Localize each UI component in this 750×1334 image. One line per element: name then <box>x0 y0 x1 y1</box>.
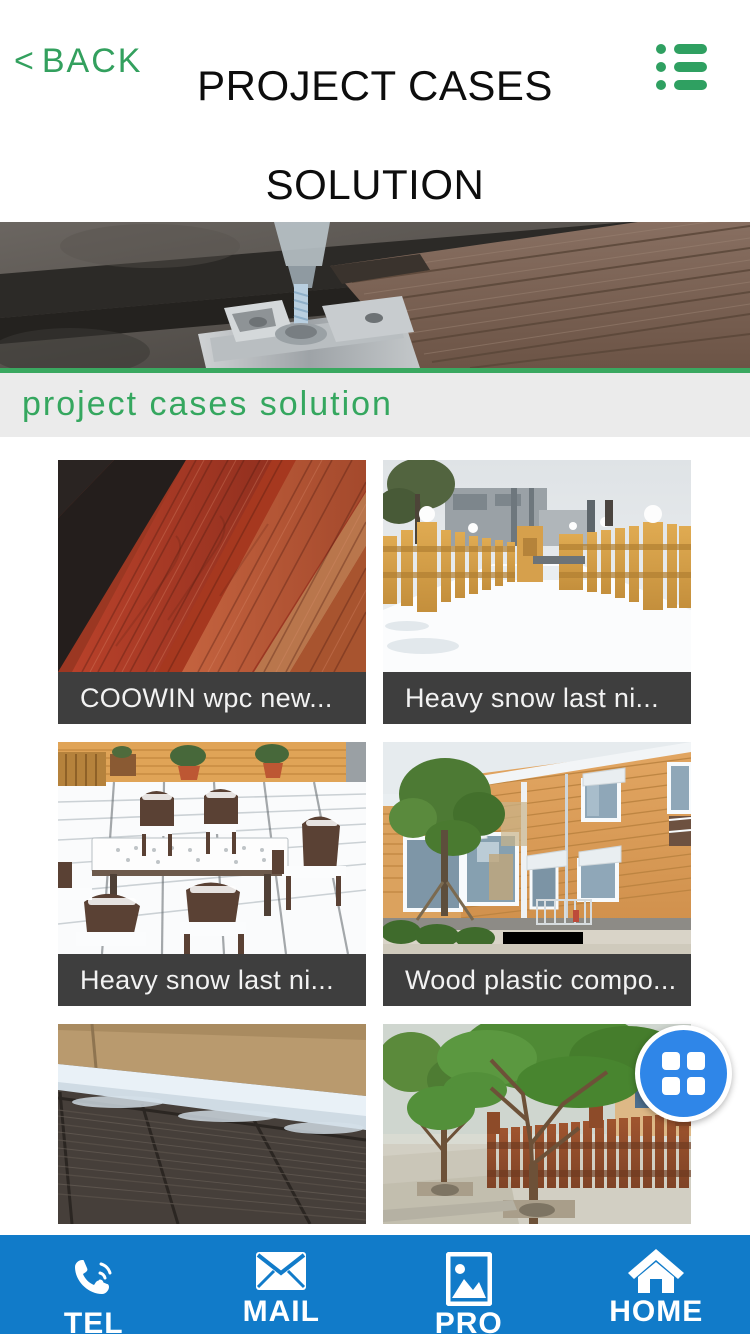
back-button-label: BACK <box>41 42 143 80</box>
case-card-caption: Heavy snow last ni... <box>383 672 691 724</box>
nav-label-mail: MAIL <box>242 1295 320 1328</box>
home-icon <box>626 1245 686 1297</box>
case-thumbnail-dark-decking-snow <box>58 1024 366 1224</box>
page-title-line-2: SOLUTION <box>265 161 485 208</box>
nav-item-mail[interactable]: MAIL <box>188 1235 376 1334</box>
case-card[interactable] <box>58 1024 366 1224</box>
bottom-navigation-bar: TEL MAIL PRO HOME <box>0 1235 750 1334</box>
back-chevron-icon: < <box>14 42 36 80</box>
image-icon <box>445 1252 492 1306</box>
grid-tiles-icon <box>662 1052 705 1095</box>
nav-item-pro[interactable]: PRO <box>375 1235 563 1334</box>
grid-tile <box>687 1077 705 1095</box>
menu-dot <box>656 44 666 54</box>
envelope-icon <box>254 1245 308 1297</box>
case-card-caption: Heavy snow last ni... <box>58 954 366 1006</box>
page-title: PROJECT CASES SOLUTION <box>150 36 600 234</box>
menu-bar <box>674 44 707 54</box>
grid-tile <box>687 1052 705 1070</box>
nav-label-home: HOME <box>609 1295 704 1328</box>
case-thumbnail-red-decking <box>58 460 366 672</box>
menu-dot <box>656 62 666 72</box>
menu-dot <box>656 80 666 90</box>
back-button[interactable]: < BACK <box>14 42 142 81</box>
section-header-bar: project cases solution <box>0 368 750 437</box>
list-menu-icon[interactable] <box>656 44 708 90</box>
nav-item-tel[interactable]: TEL <box>0 1235 188 1334</box>
page-header: < BACK PROJECT CASES SOLUTION <box>0 0 750 222</box>
hero-banner-image <box>0 222 750 368</box>
case-card-caption: Wood plastic compo... <box>383 954 691 1006</box>
case-thumbnail-snowy-fence-path <box>383 460 691 672</box>
case-card-caption: COOWIN wpc new... <box>58 672 366 724</box>
nav-item-home[interactable]: HOME <box>563 1235 750 1334</box>
case-card[interactable]: Wood plastic compo... <box>383 742 691 1006</box>
nav-label-tel: TEL <box>63 1307 124 1334</box>
menu-icon-row <box>656 44 708 54</box>
case-card[interactable]: Heavy snow last ni... <box>58 742 366 1006</box>
menu-icon-row <box>656 80 708 90</box>
grid-tile <box>662 1077 680 1095</box>
nav-label-pro: PRO <box>434 1307 503 1334</box>
case-thumbnail-snowy-patio-furniture <box>58 742 366 954</box>
app-root: < BACK PROJECT CASES SOLUTION project ca… <box>0 0 750 1334</box>
grid-view-fab-button[interactable] <box>635 1025 732 1122</box>
phone-icon <box>67 1253 121 1305</box>
grid-tile <box>662 1052 680 1070</box>
project-cases-grid: COOWIN wpc new... Heavy snow last ni... … <box>0 460 750 1250</box>
page-title-line-1: PROJECT CASES <box>197 62 553 109</box>
case-card[interactable]: COOWIN wpc new... <box>58 460 366 724</box>
section-title: project cases solution <box>22 385 393 423</box>
menu-bar <box>674 62 707 72</box>
menu-bar <box>674 80 707 90</box>
menu-icon-row <box>656 62 708 72</box>
case-card[interactable]: Heavy snow last ni... <box>383 460 691 724</box>
case-thumbnail-wpc-cladding-building <box>383 742 691 954</box>
